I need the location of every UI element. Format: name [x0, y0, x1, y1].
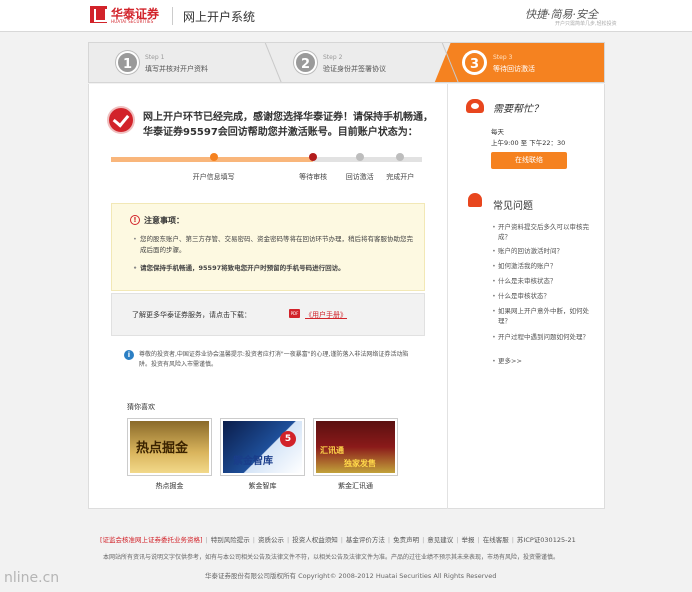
logo-subtext: HUATAI SECURITIES	[111, 19, 154, 24]
faq-item[interactable]: 如果网上开户意外中断，如何处理？	[492, 306, 598, 326]
thumb-badge: 5	[280, 431, 296, 447]
progress-track	[111, 157, 422, 162]
footer-separator: |	[286, 536, 290, 544]
exclamation-icon: !	[130, 215, 140, 225]
steps-bar: 1 Step 1 填写并核对开户资料 2 Step 2 验证身份并签署协议 3 …	[88, 42, 605, 83]
help-day: 每天	[491, 128, 504, 136]
notice-title: 注意事项：	[144, 216, 184, 225]
faq-item[interactable]: 什么是审核状态？	[492, 291, 598, 301]
progress-label: 完成开户	[386, 173, 415, 181]
footer-link[interactable]: 基金评价方法	[346, 536, 385, 544]
checkmark-icon	[109, 108, 133, 132]
notice-box: ! 注意事项： 您的股东账户、第三方存管、交易密码、资金密码等将在回访环节办理，…	[111, 203, 425, 291]
recommend-thumb-1[interactable]: 热点掘金	[127, 418, 212, 476]
thumb-caption[interactable]: 紫金智库	[220, 481, 305, 491]
footer-link[interactable]: 投资人权益须知	[292, 536, 338, 544]
footer-separator: |	[205, 536, 208, 544]
footer-separator: |	[456, 536, 459, 544]
progress-dot-3	[355, 153, 364, 161]
notice-item: 您的股东账户、第三方存管、交易密码、资金密码等将在回访环节办理，稍后将有客服协助…	[133, 234, 418, 256]
huatai-logo-icon[interactable]	[90, 6, 107, 23]
column-divider	[447, 84, 448, 509]
step-1: 1 Step 1 填写并核对开户资料	[89, 43, 264, 82]
footer-link[interactable]: 资质公示	[258, 536, 284, 544]
thumb-caption[interactable]: 热点掘金	[127, 481, 212, 491]
faq-item[interactable]: 什么是未审核状态？	[492, 276, 598, 286]
pdf-icon[interactable]: PDF	[289, 309, 300, 318]
watermark: nline.cn	[4, 570, 60, 586]
footer-separator: |	[477, 536, 480, 544]
info-icon: i	[124, 350, 134, 360]
progress-label: 等待审核	[299, 173, 328, 181]
footer-separator: |	[252, 536, 255, 544]
footer-link[interactable]: 免责声明	[393, 536, 419, 544]
faq-more-link[interactable]: 更多>>	[492, 356, 598, 366]
footer-link[interactable]: 苏ICP证030125-21	[517, 536, 576, 544]
footer-disclaimer: 本网站所有资讯与说明文字仅供参考，如有与本公司相关公告及法律文件不符，以相关公告…	[103, 554, 560, 561]
footer-link[interactable]: 特别风险提示	[211, 536, 250, 544]
bell-icon	[468, 193, 482, 207]
user-manual-link[interactable]: 《用户手册》	[305, 310, 347, 320]
step-number: 1	[116, 51, 139, 74]
step-caption: Step 2	[323, 54, 343, 61]
recommend-title: 猜你喜欢	[127, 403, 155, 411]
faq-item[interactable]: 开户过程中遇到问题如何处理？	[492, 332, 598, 342]
step-2: 2 Step 2 验证身份并签署协议	[264, 43, 439, 82]
footer-copyright: 华泰证券股份有限公司版权所有 Copyright© 2008-2012 Huat…	[205, 572, 497, 580]
footer-separator: |	[511, 536, 514, 544]
faq-item[interactable]: 开户资料提交后多久可以审核完成？	[492, 222, 598, 242]
thumb-art-text: 紫金智库	[233, 456, 273, 467]
recommend-thumb-2[interactable]: 5 紫金智库	[220, 418, 305, 476]
progress-dot-1	[209, 153, 218, 161]
thumb-art-text: 汇讯通	[320, 446, 344, 455]
footer-link[interactable]: [证监会核准网上证券委托业务资格]	[100, 536, 203, 544]
help-title: 需要帮忙？	[493, 104, 543, 115]
main-panel: 网上开户环节已经完成，感谢您选择华泰证券！请保持手机畅通，华泰证券95597会回…	[88, 84, 605, 509]
footer-link[interactable]: 在线客服	[483, 536, 509, 544]
thumb-art-text: 热点掘金	[136, 441, 189, 456]
help-hours: 上午9:00 至 下午22：30	[491, 139, 566, 147]
progress-label: 回访激活	[345, 173, 374, 181]
step-label: 填写并核对开户资料	[145, 65, 208, 73]
footer-separator: |	[340, 536, 343, 544]
top-bar: 华泰证券 HUATAI SECURITIES 网上开户系统 快捷·简易·安全 开…	[0, 0, 692, 32]
step-caption: Step 3	[493, 54, 513, 61]
phone-icon	[466, 99, 484, 113]
footer-separator: |	[422, 536, 425, 544]
completion-message: 网上开户环节已经完成，感谢您选择华泰证券！请保持手机畅通，华泰证券95597会回…	[143, 112, 433, 138]
step-number: 2	[294, 51, 317, 74]
thumb-art-subtext: 独家发售	[344, 459, 376, 468]
step-number: 3	[463, 51, 486, 74]
step-caption: Step 1	[145, 54, 165, 61]
faq-item[interactable]: 如何激活我的账户？	[492, 261, 598, 271]
manual-download-text: 了解更多华泰证券服务，请点击下载：	[132, 311, 251, 319]
step-3: 3 Step 3 等待回访激活	[439, 43, 604, 82]
faq-title: 常见问题	[493, 201, 533, 212]
risk-notice: 尊敬的投资者,中国证券业协会温馨提示:投资者应打消"一夜暴富"的心理,谨防落入非…	[139, 351, 409, 368]
online-contact-button[interactable]: 在线联络	[491, 152, 567, 169]
footer-link[interactable]: 举报	[462, 536, 475, 544]
step-label: 等待回访激活	[493, 65, 535, 73]
recommend-thumb-3[interactable]: 汇讯通 独家发售	[313, 418, 398, 476]
footer-link[interactable]: 意见建议	[427, 536, 453, 544]
notice-item: 请您保持手机畅通，95597将致电您开户时预留的手机号码进行回访。	[133, 263, 418, 274]
faq-item[interactable]: 账户的回访激活时间？	[492, 246, 598, 256]
system-title: 网上开户系统	[183, 10, 256, 24]
manual-download-box: 了解更多华泰证券服务，请点击下载： PDF 《用户手册》	[111, 293, 425, 336]
footer-links: [证监会核准网上证券委托业务资格] | 特别风险提示 | 资质公示 | 投资人权益须知 | 基金…	[100, 534, 576, 544]
thumb-caption[interactable]: 紫金汇讯通	[313, 481, 398, 491]
footer-separator: |	[387, 536, 391, 544]
step-label: 验证身份并签署协议	[323, 65, 386, 73]
header-divider	[172, 7, 173, 25]
progress-label: 开户信息填写	[192, 173, 235, 181]
slogan-subtext: 开户只需简单几步,轻松投资	[555, 21, 617, 27]
